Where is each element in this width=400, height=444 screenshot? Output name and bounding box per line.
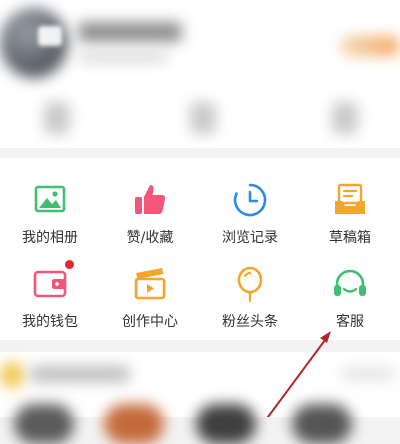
bottom-section-blurred: [0, 352, 400, 444]
menu-item-label: 我的钱包: [22, 314, 78, 330]
draft-box-icon: [330, 180, 370, 220]
section-title-blurred: [30, 366, 130, 382]
menu-item-label: 我的相册: [22, 230, 78, 246]
thumbnail-blurred[interactable]: [292, 404, 352, 444]
vip-badge-blurred[interactable]: [340, 36, 400, 56]
thumbnail-blurred[interactable]: [104, 404, 164, 444]
profile-card: [0, 0, 400, 148]
menu-item-fan-headlines[interactable]: 粉丝头条: [200, 264, 300, 348]
username-blurred: [78, 22, 182, 42]
thumbs-up-icon: [130, 180, 170, 220]
menu-item-wallet[interactable]: 我的钱包: [0, 260, 100, 348]
menu-item-label: 客服: [336, 314, 364, 330]
profile-stat-icon[interactable]: [190, 102, 216, 134]
profile-stat-icon[interactable]: [332, 102, 358, 134]
menu-item-draft-box[interactable]: 草稿箱: [300, 180, 400, 264]
menu-item-photo-album[interactable]: 我的相册: [0, 180, 100, 264]
menu-item-label: 赞/收藏: [126, 230, 174, 246]
wallet-icon: [30, 260, 74, 304]
menu-item-browse-history[interactable]: 浏览记录: [200, 180, 300, 264]
menu-item-customer-service[interactable]: 客服: [300, 264, 400, 348]
menu-item-likes-favorites[interactable]: 赞/收藏: [100, 180, 200, 264]
clapperboard-icon: [130, 264, 170, 304]
section-more-blurred[interactable]: [342, 368, 394, 380]
thumbnail-blurred[interactable]: [196, 404, 256, 444]
menu-item-creator-center[interactable]: 创作中心: [100, 264, 200, 348]
menu-item-label: 创作中心: [122, 314, 178, 330]
menu-item-label: 浏览记录: [222, 230, 278, 246]
feature-menu-grid: 我的相册 赞/收藏 浏览记录 草稿箱 我的钱包 创作中心 粉丝头条 客服: [0, 158, 400, 340]
clock-history-icon: [230, 180, 270, 220]
user-subtitle-blurred: [78, 52, 168, 62]
notification-dot: [65, 260, 74, 269]
menu-item-label: 粉丝头条: [222, 314, 278, 330]
headset-icon: [330, 264, 370, 304]
photo-album-icon: [30, 180, 70, 220]
balloon-icon: [230, 264, 270, 304]
section-icon-blurred: [0, 362, 24, 388]
profile-stat-icon[interactable]: [44, 102, 70, 134]
thumbnail-blurred[interactable]: [14, 404, 74, 444]
avatar-badge: [38, 26, 62, 46]
menu-item-label: 草稿箱: [329, 230, 371, 246]
